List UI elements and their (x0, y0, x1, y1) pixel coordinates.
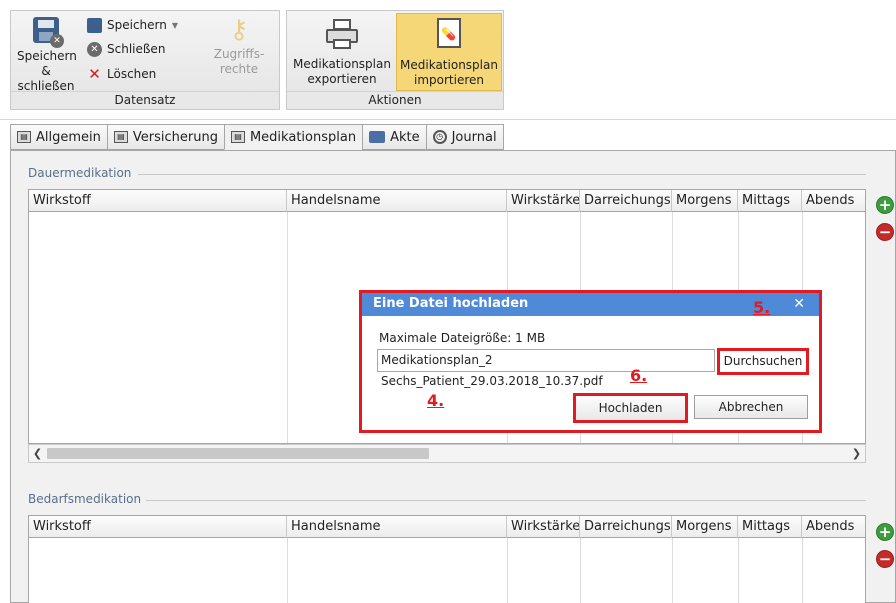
delete-button[interactable]: ✕ Löschen (87, 64, 156, 84)
minus-icon: − (878, 550, 892, 568)
table-body (29, 538, 865, 603)
column-header-wirkstoff[interactable]: Wirkstoff (29, 516, 287, 538)
form-icon: ▤ (113, 131, 128, 143)
scroll-left-icon[interactable]: ❮ (29, 445, 46, 462)
file-path-input[interactable]: Medikationsplan_2 Sechs_Patient_29.03.20… (377, 349, 715, 388)
ribbon-group-aktionen: Medikationsplan exportieren Medikationsp… (286, 10, 504, 110)
column-header-mittags[interactable]: Mittags (738, 516, 802, 538)
scroll-right-icon[interactable]: ❯ (848, 445, 865, 462)
access-rights-label: Zugriffs- rechte (213, 47, 265, 76)
column-header-wirkstaerke[interactable]: Wirkstärke (507, 190, 580, 212)
plus-icon: + (878, 523, 892, 541)
access-rights-button[interactable]: ⚷ Zugriffs- rechte (207, 15, 271, 77)
add-row-button[interactable]: + (876, 196, 894, 214)
column-header-handelsname[interactable]: Handelsname (287, 190, 507, 212)
close-icon[interactable]: ✕ (793, 293, 805, 315)
tab-bar: ▤ Allgemein ▤ Versicherung ▤ Medikations… (10, 124, 504, 150)
step-number-6: 6. (630, 366, 648, 385)
clock-icon: ◷ (432, 130, 447, 144)
column-header-wirkstoff[interactable]: Wirkstoff (29, 190, 287, 212)
upload-button[interactable]: Hochladen (573, 393, 688, 423)
save-close-button[interactable]: ✕ Speichern & schließen (17, 15, 77, 94)
tab-label: Journal (451, 129, 497, 145)
form-icon: ▤ (230, 131, 245, 143)
export-plan-button[interactable]: Medikationsplan exportieren (289, 15, 395, 93)
column-header-mittags[interactable]: Mittags (738, 190, 802, 212)
tab-label: Versicherung (132, 129, 218, 145)
remove-row-button[interactable]: − (876, 550, 894, 568)
medication-doc-icon (437, 18, 461, 48)
column-header-abends[interactable]: Abends (802, 516, 865, 538)
ribbon: ✕ Speichern & schließen Speichern ▼ ✕ Sc… (0, 0, 896, 120)
delete-x-icon: ✕ (88, 64, 101, 83)
save-label: Speichern (107, 18, 167, 32)
column-header-handelsname[interactable]: Handelsname (287, 516, 507, 538)
group-label-datensatz: Datensatz (11, 91, 279, 109)
table-header: Wirkstoff Handelsname Wirkstärke Darreic… (29, 190, 865, 212)
import-plan-label: Medikationsplan importieren (400, 58, 498, 87)
column-header-wirkstaerke[interactable]: Wirkstärke (507, 516, 580, 538)
section-divider (138, 174, 866, 175)
close-circle-icon: ✕ (87, 41, 102, 57)
chevron-down-icon: ▼ (171, 20, 179, 30)
scrollbar-thumb[interactable] (47, 448, 429, 459)
add-row-button[interactable]: + (876, 523, 894, 541)
tab-allgemein[interactable]: ▤ Allgemein (10, 124, 108, 150)
minus-icon: − (878, 223, 892, 241)
tab-akte[interactable]: Akte (362, 124, 427, 150)
dialog-title: Eine Datei hochladen (373, 296, 529, 311)
form-icon: ▤ (17, 131, 31, 143)
section-divider (146, 500, 866, 501)
tab-label: Akte (390, 129, 420, 145)
column-header-morgens[interactable]: Morgens (672, 516, 738, 538)
tab-label: Medikationsplan (249, 129, 357, 145)
printer-icon (324, 19, 360, 49)
table-header: Wirkstoff Handelsname Wirkstärke Darreic… (29, 516, 865, 538)
browse-button[interactable]: Durchsuchen (717, 348, 809, 375)
step-number-4: 4. (427, 391, 445, 410)
tab-versicherung[interactable]: ▤ Versicherung (106, 124, 225, 150)
tab-medikationsplan[interactable]: ▤ Medikationsplan (223, 124, 364, 150)
column-header-abends[interactable]: Abends (802, 190, 865, 212)
tab-label: Allgemein (36, 129, 101, 145)
save-icon (87, 17, 102, 33)
save-button[interactable]: Speichern ▼ (87, 15, 178, 35)
step-number-5: 5. (753, 298, 771, 317)
section-title-bedarfsmedikation: Bedarfsmedikation (28, 492, 142, 506)
close-label: Schließen (107, 42, 166, 56)
close-button[interactable]: ✕ Schließen (87, 39, 165, 59)
plus-icon: + (878, 196, 892, 214)
group-label-aktionen: Aktionen (287, 91, 503, 109)
export-plan-label: Medikationsplan exportieren (293, 57, 391, 86)
ribbon-group-datensatz: ✕ Speichern & schließen Speichern ▼ ✕ Sc… (10, 10, 280, 110)
max-file-size-label: Maximale Dateigröße: 1 MB (379, 331, 546, 345)
column-header-morgens[interactable]: Morgens (672, 190, 738, 212)
close-badge-icon: ✕ (50, 34, 64, 48)
bedarfsmedikation-table[interactable]: Wirkstoff Handelsname Wirkstärke Darreic… (28, 515, 866, 603)
import-plan-button[interactable]: Medikationsplan importieren (396, 13, 502, 91)
cancel-button[interactable]: Abbrechen (694, 395, 808, 419)
column-header-darreichungsform[interactable]: Darreichungsfo (580, 190, 672, 212)
delete-label: Löschen (107, 67, 157, 81)
save-close-label: Speichern & schließen (17, 49, 77, 93)
upload-dialog: Eine Datei hochladen ✕ Maximale Dateigrö… (359, 290, 822, 433)
column-header-darreichungsform[interactable]: Darreichungsfo (580, 516, 672, 538)
key-icon: ⚷ (229, 15, 249, 45)
horizontal-scrollbar[interactable]: ❮ ❯ (28, 444, 866, 463)
dialog-title-bar: Eine Datei hochladen ✕ (362, 293, 819, 316)
tab-journal[interactable]: ◷ Journal (425, 124, 504, 150)
folder-icon (369, 131, 386, 143)
section-title-dauermedikation: Dauermedikation (28, 166, 132, 180)
remove-row-button[interactable]: − (876, 223, 894, 241)
